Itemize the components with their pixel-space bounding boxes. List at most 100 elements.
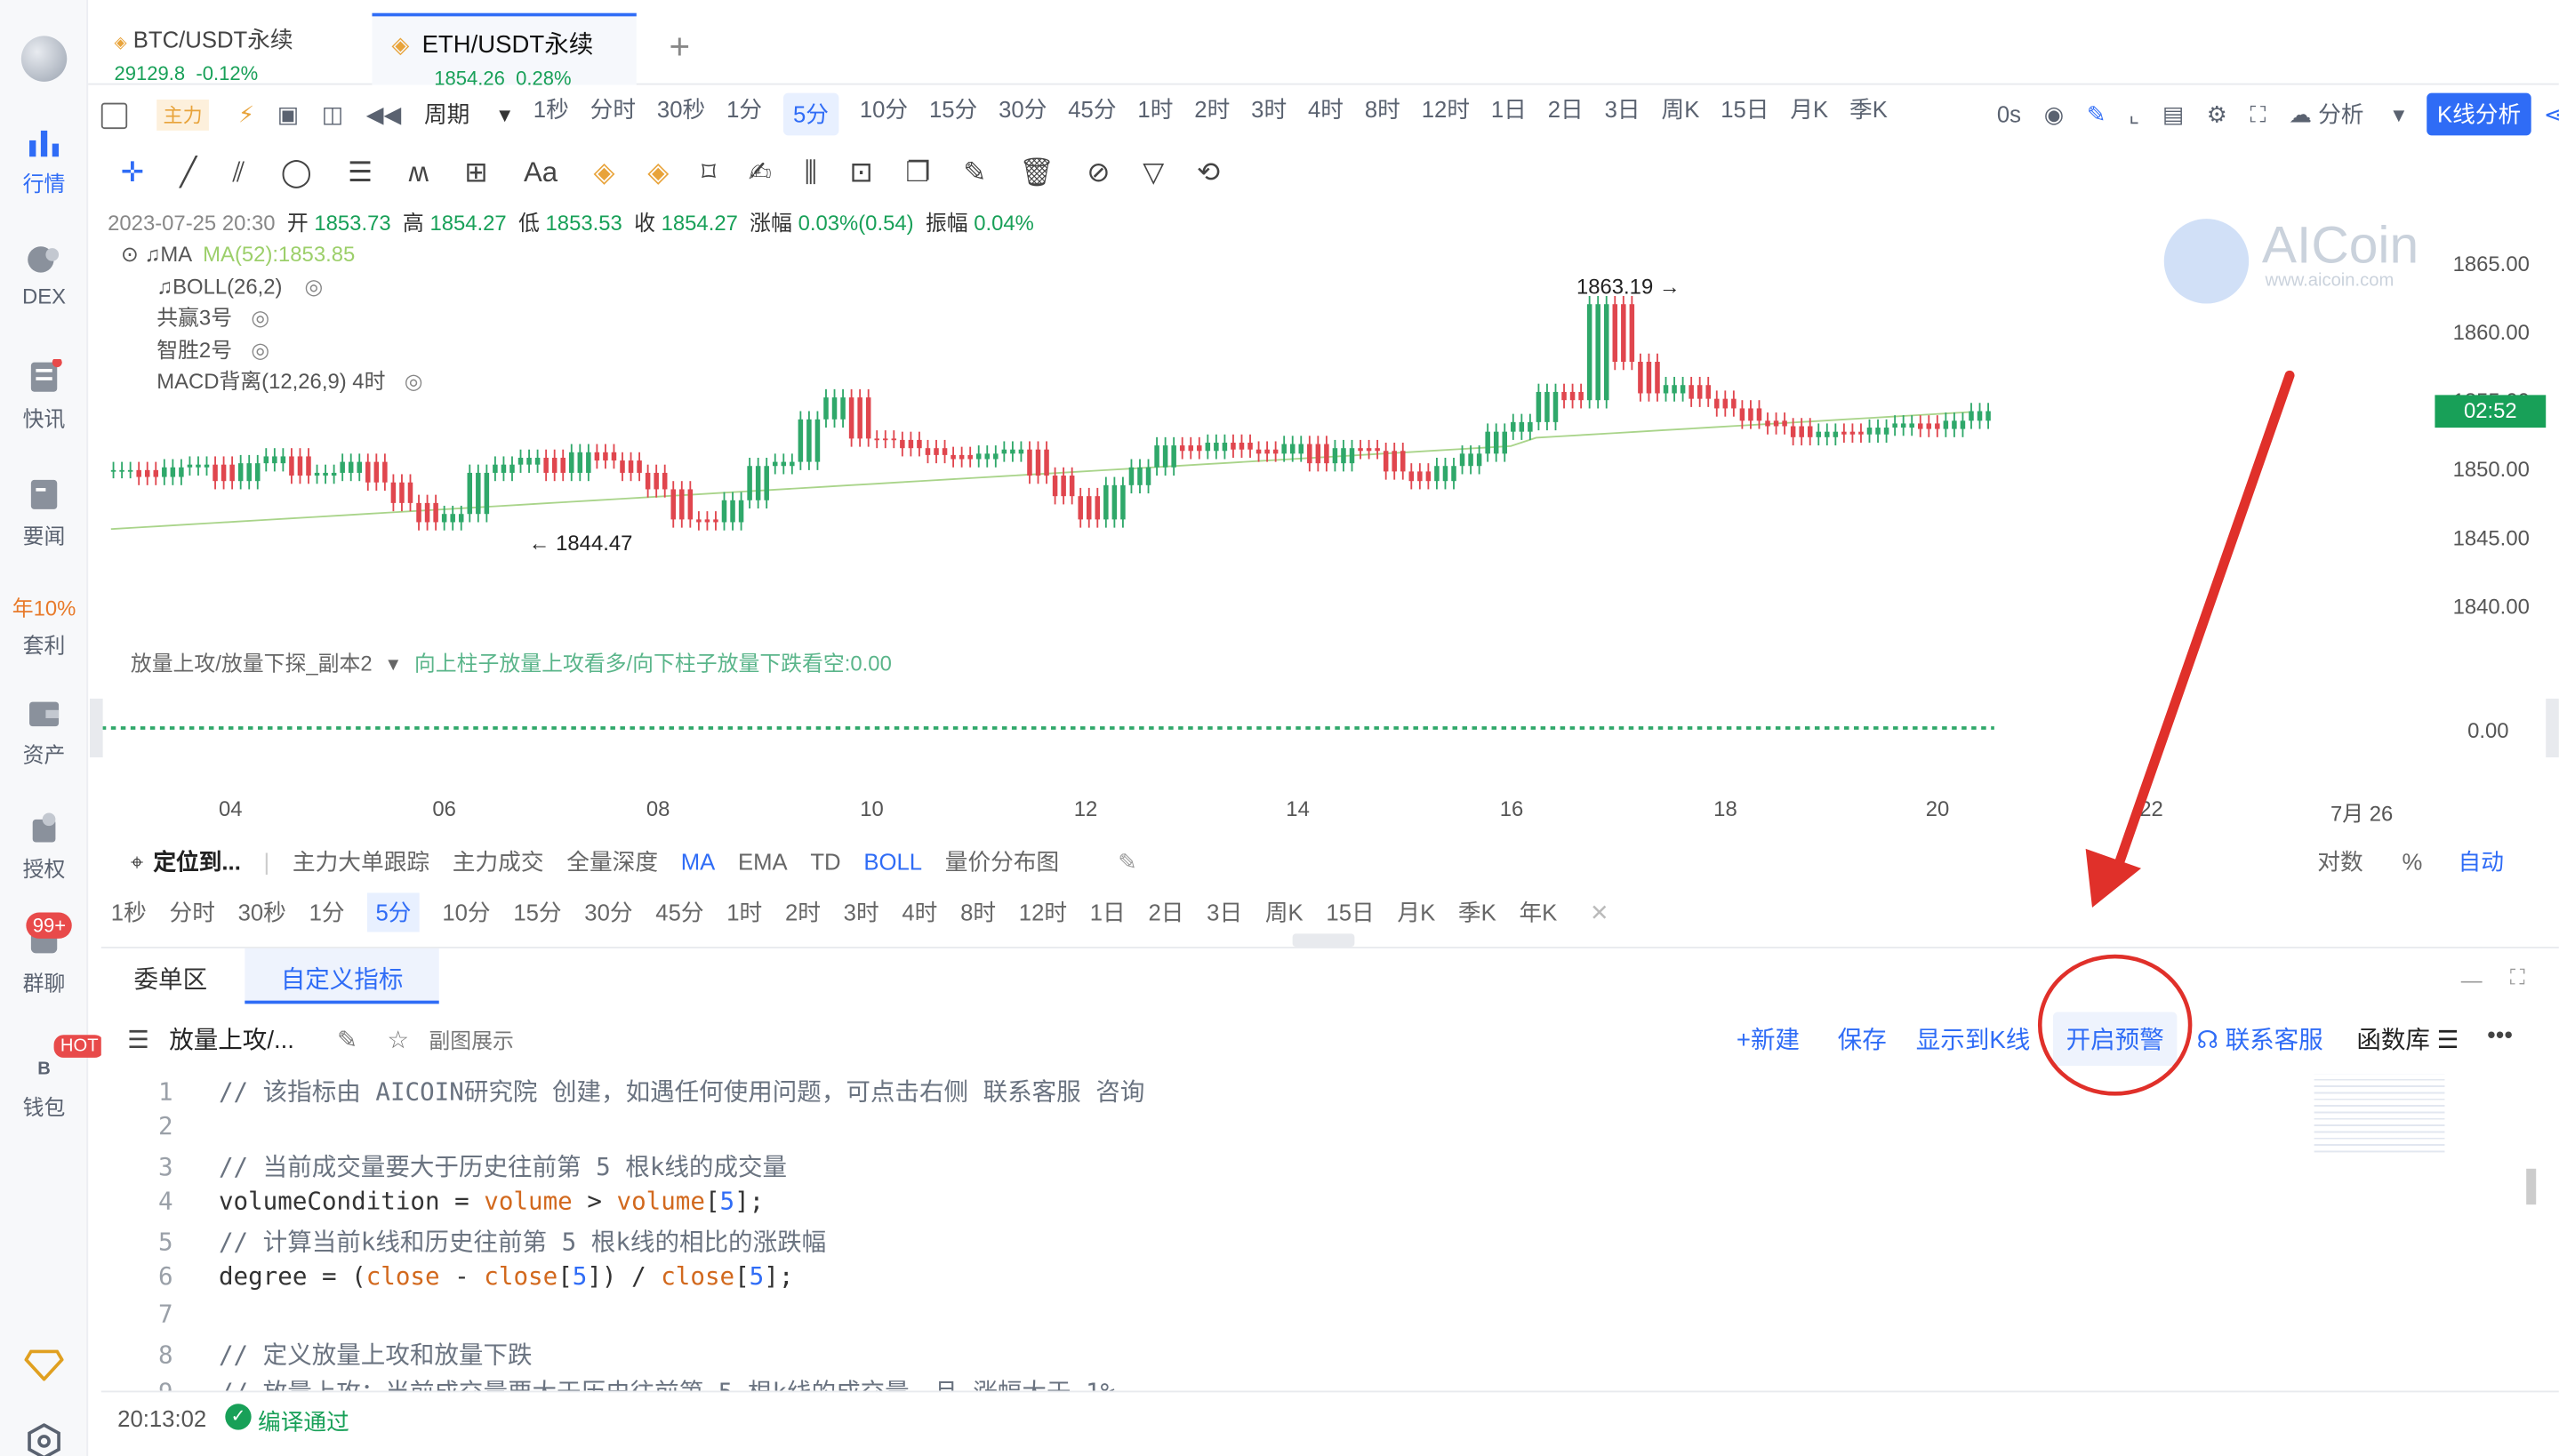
- period-option[interactable]: 30分: [584, 896, 632, 929]
- sync-icon[interactable]: ⟲: [1197, 156, 1220, 189]
- period-dropdown[interactable]: 周期 ▾: [424, 98, 510, 131]
- tab-eth[interactable]: ◈ ETH/USDT永续 1854.26 0.28%: [372, 12, 637, 90]
- period-option[interactable]: 45分: [655, 896, 703, 929]
- seconds-display[interactable]: 0s: [1997, 101, 2021, 127]
- period-option[interactable]: 2日: [1148, 896, 1183, 929]
- code-line[interactable]: 4 volumeCondition = volume > volume[5];: [101, 1187, 764, 1222]
- period-option[interactable]: 1秒: [533, 93, 569, 136]
- code-line[interactable]: 9 // 放量上攻：当前成交量要大于历史往前第 5 根k线的成交量，且 涨幅大于 …: [101, 1374, 1115, 1391]
- star-icon[interactable]: ☆: [387, 1027, 409, 1054]
- wave-icon[interactable]: ʍ: [409, 156, 429, 189]
- edit-note-icon[interactable]: ✎: [963, 156, 986, 189]
- lock-icon[interactable]: ⊡: [850, 156, 873, 189]
- code-line[interactable]: 8 // 定义放量上攻和放量下跌: [101, 1337, 533, 1372]
- locate-button[interactable]: 定位到...: [153, 845, 241, 878]
- sidebar-item-market[interactable]: 行情: [0, 124, 88, 198]
- period-option[interactable]: 10分: [860, 93, 908, 136]
- period-option[interactable]: 3日: [1207, 896, 1242, 929]
- diamond-icon[interactable]: [24, 1348, 64, 1381]
- period-option[interactable]: 3时: [844, 896, 879, 929]
- footer-item-main-order[interactable]: 主力大单跟踪: [293, 845, 429, 878]
- period-option[interactable]: 3时: [1251, 93, 1287, 136]
- copy-icon[interactable]: ❐: [906, 156, 931, 189]
- measure-icon[interactable]: ⊞: [464, 156, 487, 189]
- gear-icon[interactable]: ⚙: [2207, 100, 2227, 128]
- period-option[interactable]: 45分: [1068, 93, 1116, 136]
- period-option[interactable]: 1时: [726, 896, 762, 929]
- period-option[interactable]: 1分: [726, 93, 762, 136]
- text-tool[interactable]: Aa: [524, 156, 558, 189]
- sidebar-item-authorize[interactable]: 授权: [0, 810, 88, 884]
- pen-icon[interactable]: ✎: [2087, 100, 2106, 128]
- edit-icon[interactable]: ✎: [1118, 848, 1137, 876]
- brush-icon[interactable]: ✍: [749, 156, 772, 189]
- period-option[interactable]: 12时: [1019, 896, 1067, 929]
- footer-item-volume-profile[interactable]: 量价分布图: [945, 845, 1059, 878]
- period-option[interactable]: 分时: [590, 93, 636, 136]
- crosshair-icon[interactable]: ✛: [121, 156, 144, 189]
- sidebar-item-dex[interactable]: DEX: [0, 242, 88, 308]
- share-icon[interactable]: ⋖: [2544, 100, 2559, 128]
- period-option[interactable]: 5分: [367, 892, 420, 932]
- main-indicator-tag[interactable]: 主力: [156, 99, 209, 130]
- minimize-icon[interactable]: —: [2461, 968, 2483, 993]
- save-button[interactable]: 保存: [1838, 1022, 1887, 1057]
- auto-toggle[interactable]: 自动: [2459, 849, 2504, 875]
- period-option[interactable]: 3日: [1605, 93, 1640, 136]
- magnet-icon[interactable]: ◈: [594, 156, 615, 189]
- calendar-icon[interactable]: ▣: [277, 100, 299, 128]
- sidebar-item-wallet[interactable]: B 钱包: [0, 1058, 88, 1122]
- code-line[interactable]: 1 // 该指标由 AICOIN研究院 创建，如遇任何使用问题，可点击右侧 联系客…: [101, 1074, 1144, 1109]
- period-option[interactable]: 4时: [1308, 93, 1344, 136]
- panel-resize-handle[interactable]: [1292, 933, 1355, 948]
- period-option[interactable]: 15日: [1326, 896, 1374, 929]
- sidebar-item-assets[interactable]: 资产: [0, 695, 88, 769]
- period-option[interactable]: 30分: [999, 93, 1047, 136]
- period-option[interactable]: 2时: [1194, 93, 1230, 136]
- panel-tab-custom-indicator[interactable]: 自定义指标: [245, 948, 439, 1004]
- footer-item-main-trade[interactable]: 主力成交: [453, 845, 544, 878]
- rewind-icon[interactable]: ◀◀: [366, 100, 402, 128]
- locate-pin-icon[interactable]: ⌖: [131, 848, 143, 876]
- right-collapse-handle[interactable]: [2546, 698, 2559, 758]
- left-collapse-handle[interactable]: [89, 698, 103, 758]
- footer-item-ma[interactable]: MA: [681, 849, 716, 875]
- period-option[interactable]: 月K: [1790, 93, 1828, 136]
- period-option[interactable]: 15分: [929, 93, 977, 136]
- contact-support-button[interactable]: ☊ 联系客服: [2196, 1022, 2322, 1057]
- footer-item-depth[interactable]: 全量深度: [566, 845, 658, 878]
- settings-icon[interactable]: [25, 1423, 64, 1456]
- bars-icon[interactable]: ⫼: [805, 156, 817, 189]
- add-tab-icon[interactable]: +: [670, 26, 691, 68]
- period-option[interactable]: 1时: [1137, 93, 1173, 136]
- kline-analysis-button[interactable]: K线分析: [2427, 92, 2531, 136]
- rename-icon[interactable]: ✎: [337, 1027, 357, 1054]
- link-icon[interactable]: ⊘: [1087, 156, 1110, 189]
- period-option[interactable]: 1日: [1491, 93, 1527, 136]
- ruler-icon[interactable]: ⌑: [702, 156, 716, 189]
- layout-icon[interactable]: ◫: [322, 100, 343, 128]
- period-option[interactable]: 12时: [1422, 93, 1470, 136]
- enable-alert-button[interactable]: 开启预警: [2052, 1012, 2178, 1067]
- sub-indicator-name[interactable]: 放量上攻/放量下探_副本2: [131, 652, 373, 676]
- period-option[interactable]: 8时: [1365, 93, 1400, 136]
- chevron-down-icon[interactable]: ▾: [388, 652, 398, 676]
- new-script-button[interactable]: +新建: [1737, 1022, 1800, 1057]
- trash-icon[interactable]: 🗑︎: [1019, 156, 1055, 189]
- code-editor[interactable]: 1 // 该指标由 AICOIN研究院 创建，如遇任何使用问题，可点击右侧 联系客…: [101, 1071, 2549, 1391]
- period-option[interactable]: 年K: [1519, 896, 1557, 929]
- footer-item-boll[interactable]: BOLL: [863, 849, 922, 875]
- period-option[interactable]: 周K: [1265, 896, 1304, 929]
- parallel-icon[interactable]: ⫽: [233, 156, 245, 189]
- list-icon[interactable]: ☰: [127, 1027, 149, 1054]
- period-option[interactable]: 分时: [170, 896, 215, 929]
- script-name[interactable]: 放量上攻/...: [169, 1027, 294, 1054]
- footer-item-td[interactable]: TD: [810, 849, 840, 875]
- sidebar-item-flash[interactable]: 快讯: [0, 358, 88, 433]
- more-icon[interactable]: •••: [2487, 1022, 2513, 1050]
- period-option[interactable]: 1日: [1090, 896, 1126, 929]
- ellipse-icon[interactable]: ◯: [281, 156, 312, 189]
- code-line[interactable]: 2: [101, 1112, 219, 1148]
- line-icon[interactable]: ╱: [180, 156, 197, 189]
- app-logo[interactable]: [20, 36, 68, 82]
